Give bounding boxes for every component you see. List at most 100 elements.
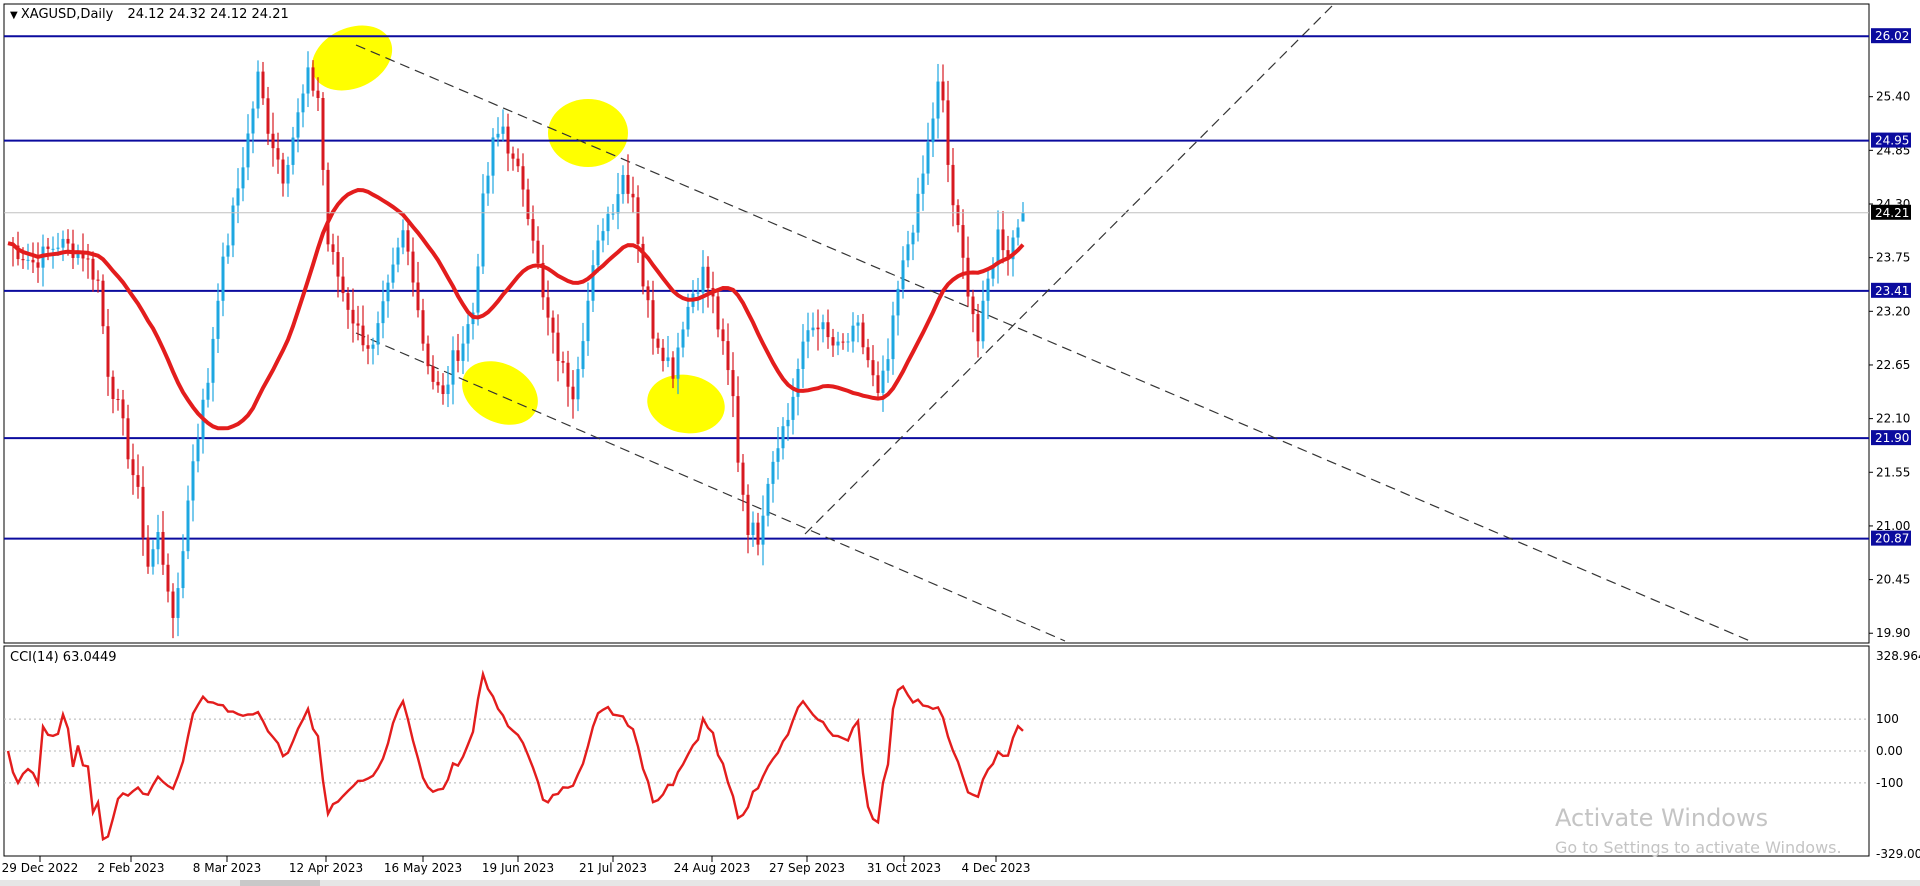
candle-body[interactable] bbox=[806, 330, 810, 342]
candle-body[interactable] bbox=[546, 297, 550, 318]
candle-body[interactable] bbox=[506, 126, 510, 154]
candle-body[interactable] bbox=[716, 296, 720, 330]
candle-body[interactable] bbox=[476, 266, 480, 313]
candle-body[interactable] bbox=[921, 173, 925, 194]
candle-body[interactable] bbox=[441, 385, 445, 395]
candle-body[interactable] bbox=[896, 288, 900, 316]
candle-body[interactable] bbox=[811, 327, 815, 331]
candle-body[interactable] bbox=[226, 245, 230, 257]
candle-body[interactable] bbox=[106, 326, 110, 377]
candle-body[interactable] bbox=[826, 322, 830, 338]
bottom-scrollbar[interactable] bbox=[0, 880, 1920, 886]
candle-body[interactable] bbox=[611, 213, 615, 215]
scrollbar-thumb[interactable] bbox=[240, 880, 320, 886]
candle-body[interactable] bbox=[156, 531, 160, 550]
candle-body[interactable] bbox=[821, 322, 825, 330]
candle-body[interactable] bbox=[981, 300, 985, 342]
candle-body[interactable] bbox=[596, 240, 600, 266]
candle-body[interactable] bbox=[741, 462, 745, 495]
candle-body[interactable] bbox=[551, 317, 555, 333]
candle-body[interactable] bbox=[1016, 227, 1020, 238]
price-panel[interactable] bbox=[3, 3, 1870, 644]
candle-body[interactable] bbox=[461, 343, 465, 361]
candle-body[interactable] bbox=[191, 461, 195, 501]
candle-body[interactable] bbox=[391, 264, 395, 283]
candle-body[interactable] bbox=[36, 262, 40, 268]
candle-body[interactable] bbox=[781, 426, 785, 449]
candle-body[interactable] bbox=[681, 329, 685, 348]
candle-body[interactable] bbox=[876, 375, 880, 393]
candle-body[interactable] bbox=[731, 370, 735, 397]
candle-body[interactable] bbox=[311, 67, 315, 91]
candle-body[interactable] bbox=[51, 248, 55, 250]
candle-body[interactable] bbox=[836, 341, 840, 346]
candle-body[interactable] bbox=[751, 522, 755, 536]
candle-body[interactable] bbox=[86, 258, 90, 260]
candle-body[interactable] bbox=[866, 347, 870, 361]
candle-body[interactable] bbox=[166, 564, 170, 592]
candle-body[interactable] bbox=[771, 461, 775, 484]
candle-body[interactable] bbox=[341, 276, 345, 294]
candle-body[interactable] bbox=[266, 98, 270, 134]
candle-body[interactable] bbox=[381, 301, 385, 324]
trading-chart[interactable]: ▼ XAGUSD,Daily 24.12 24.32 24.12 24.21 2… bbox=[0, 0, 1920, 886]
candle-body[interactable] bbox=[231, 205, 235, 246]
candle-body[interactable] bbox=[196, 439, 200, 462]
candle-body[interactable] bbox=[186, 500, 190, 552]
candle-body[interactable] bbox=[136, 475, 140, 487]
candle-body[interactable] bbox=[841, 341, 845, 343]
candle-body[interactable] bbox=[661, 347, 665, 362]
candle-body[interactable] bbox=[666, 357, 670, 362]
candle-body[interactable] bbox=[936, 81, 940, 119]
candle-body[interactable] bbox=[411, 251, 415, 283]
candle-body[interactable] bbox=[571, 386, 575, 400]
candle-body[interactable] bbox=[396, 247, 400, 265]
candle-body[interactable] bbox=[146, 537, 150, 567]
candle-body[interactable] bbox=[581, 341, 585, 370]
candle-body[interactable] bbox=[971, 296, 975, 315]
candle-body[interactable] bbox=[846, 341, 850, 343]
candle-body[interactable] bbox=[586, 300, 590, 342]
candle-body[interactable] bbox=[181, 551, 185, 589]
candle-body[interactable] bbox=[616, 194, 620, 214]
candle-body[interactable] bbox=[346, 293, 350, 310]
candle-body[interactable] bbox=[256, 71, 260, 109]
candle-body[interactable] bbox=[926, 142, 930, 174]
candle-body[interactable] bbox=[526, 189, 530, 220]
candle-body[interactable] bbox=[246, 133, 250, 168]
candle-body[interactable] bbox=[576, 369, 580, 400]
candle-body[interactable] bbox=[791, 396, 795, 420]
candle-body[interactable] bbox=[376, 323, 380, 345]
candle-body[interactable] bbox=[881, 370, 885, 393]
candle-body[interactable] bbox=[56, 247, 60, 249]
candle-body[interactable] bbox=[536, 240, 540, 263]
candle-body[interactable] bbox=[366, 345, 370, 349]
candle-body[interactable] bbox=[931, 118, 935, 143]
candle-body[interactable] bbox=[221, 256, 225, 301]
candle-body[interactable] bbox=[331, 244, 335, 253]
candle-body[interactable] bbox=[26, 259, 30, 261]
candle-body[interactable] bbox=[431, 366, 435, 382]
candle-body[interactable] bbox=[91, 258, 95, 280]
candle-body[interactable] bbox=[421, 310, 425, 344]
candle-body[interactable] bbox=[276, 148, 280, 160]
candle-body[interactable] bbox=[721, 329, 725, 342]
candle-body[interactable] bbox=[631, 193, 635, 198]
candle-body[interactable] bbox=[786, 419, 790, 427]
candle-body[interactable] bbox=[676, 347, 680, 379]
cci-axis[interactable]: 328.964 100 0.00 -100 -329.000 bbox=[1876, 649, 1920, 861]
candle-body[interactable] bbox=[151, 549, 155, 567]
candle-body[interactable] bbox=[406, 230, 410, 252]
candle-body[interactable] bbox=[486, 175, 490, 194]
candle-body[interactable] bbox=[361, 325, 365, 346]
candle-body[interactable] bbox=[861, 322, 865, 348]
candle-body[interactable] bbox=[271, 133, 275, 149]
candle-body[interactable] bbox=[306, 67, 310, 94]
candle-body[interactable] bbox=[371, 344, 375, 349]
candle-body[interactable] bbox=[241, 167, 245, 189]
candle-body[interactable] bbox=[966, 257, 970, 297]
candle-body[interactable] bbox=[511, 153, 515, 159]
candle-body[interactable] bbox=[466, 324, 470, 344]
candle-body[interactable] bbox=[451, 350, 455, 385]
candle-body[interactable] bbox=[651, 300, 655, 339]
